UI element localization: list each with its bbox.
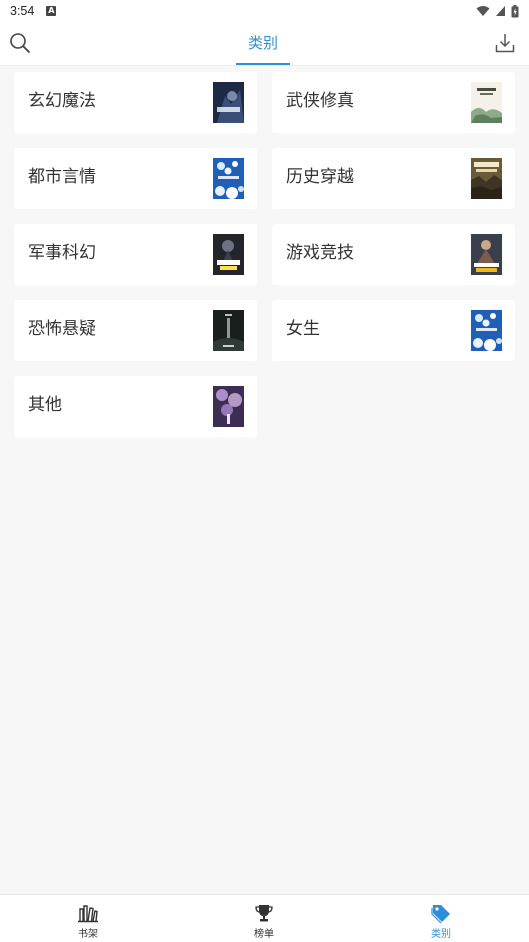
category-label: 女生: [286, 319, 320, 339]
app-header: 类别: [0, 22, 529, 66]
tab-label: 榜单: [254, 929, 274, 940]
status-icons: [476, 4, 519, 18]
book-cover-image: [213, 386, 244, 427]
book-cover-image: [471, 158, 502, 199]
category-label: 军事科幻: [28, 243, 96, 263]
category-card-fantasy[interactable]: 玄幻魔法: [14, 72, 257, 133]
book-cover-image: [471, 310, 502, 351]
status-time: 3:54: [10, 4, 35, 18]
status-bar: 3:54 A: [0, 0, 529, 22]
book-cover-image: [213, 310, 244, 351]
category-card-history[interactable]: 历史穿越: [272, 148, 515, 209]
category-card-wuxia[interactable]: 武侠修真: [272, 72, 515, 133]
category-label: 玄幻魔法: [28, 91, 96, 111]
book-cover-image: [213, 158, 244, 199]
category-card-other[interactable]: 其他: [14, 376, 257, 437]
tab-label: 书架: [78, 929, 98, 940]
category-label: 都市言情: [28, 167, 96, 187]
tag-icon: [431, 905, 450, 924]
category-label: 历史穿越: [286, 167, 354, 187]
tab-bookshelf[interactable]: 书架: [48, 895, 128, 942]
category-label: 其他: [28, 395, 62, 415]
book-cover-image: [471, 234, 502, 275]
tab-rankings[interactable]: 榜单: [224, 895, 304, 942]
category-label: 游戏竞技: [286, 243, 354, 263]
category-card-military-scifi[interactable]: 军事科幻: [14, 224, 257, 285]
bottom-tab-bar: 书架 榜单 类别: [0, 894, 529, 942]
download-icon[interactable]: [494, 32, 516, 54]
tab-categories[interactable]: 类别: [401, 895, 481, 942]
notification-icon: A: [46, 6, 57, 16]
wifi-icon: [476, 6, 490, 16]
book-cover-image: [213, 234, 244, 275]
book-cover-image: [213, 82, 244, 123]
search-icon[interactable]: [9, 32, 31, 54]
bookshelf-icon: [78, 905, 98, 923]
category-label: 武侠修真: [286, 91, 354, 111]
book-cover-image: [471, 82, 502, 123]
category-card-female[interactable]: 女生: [272, 300, 515, 361]
category-card-urban-romance[interactable]: 都市言情: [14, 148, 257, 209]
page-title[interactable]: 类别: [236, 22, 290, 66]
tab-label: 类别: [431, 929, 451, 940]
category-label: 恐怖悬疑: [28, 319, 96, 339]
category-card-horror-mystery[interactable]: 恐怖悬疑: [14, 300, 257, 361]
battery-icon: [511, 4, 519, 17]
trophy-icon: [255, 905, 273, 922]
signal-icon: [496, 6, 505, 16]
title-tab-indicator: [236, 63, 290, 65]
category-card-gaming[interactable]: 游戏竞技: [272, 224, 515, 285]
